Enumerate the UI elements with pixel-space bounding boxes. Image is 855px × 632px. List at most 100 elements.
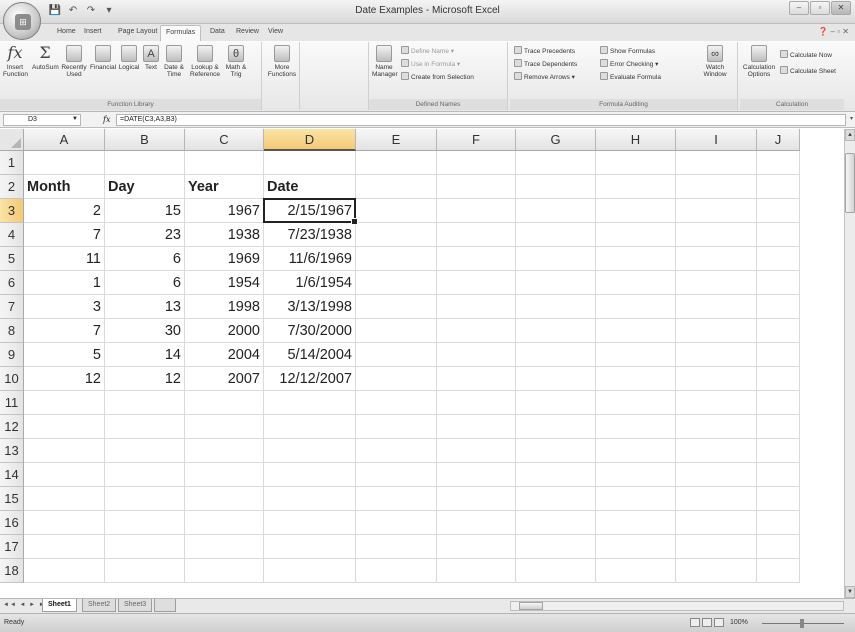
column-header-b[interactable]: B: [105, 129, 185, 151]
cell-h12[interactable]: [596, 415, 676, 439]
trace-dependents-button[interactable]: Trace Dependents: [514, 59, 577, 68]
cell-e5[interactable]: [356, 247, 437, 271]
cell-g6[interactable]: [516, 271, 596, 295]
cell-d5[interactable]: 11/6/1969: [264, 247, 356, 271]
vertical-scrollbar[interactable]: ▲ ▼: [844, 129, 855, 598]
cell-a12[interactable]: [24, 415, 105, 439]
cell-g8[interactable]: [516, 319, 596, 343]
cell-i4[interactable]: [676, 223, 757, 247]
autosum-button[interactable]: Σ AutoSum: [32, 45, 59, 72]
tab-formulas[interactable]: Formulas: [160, 25, 202, 41]
cell-h10[interactable]: [596, 367, 676, 391]
cell-f5[interactable]: [437, 247, 516, 271]
cell-h15[interactable]: [596, 487, 676, 511]
scroll-thumb[interactable]: [519, 602, 543, 610]
cell-h9[interactable]: [596, 343, 676, 367]
define-name-button[interactable]: Define Name ▾: [401, 46, 454, 55]
cell-g5[interactable]: [516, 247, 596, 271]
error-checking-button[interactable]: Error Checking ▾: [600, 59, 658, 68]
math-trig-button[interactable]: θ Math & Trig: [223, 45, 249, 78]
cell-a11[interactable]: [24, 391, 105, 415]
create-from-selection-button[interactable]: Create from Selection: [401, 72, 474, 81]
cell-h1[interactable]: [596, 151, 676, 175]
cell-c12[interactable]: [185, 415, 264, 439]
cell-h5[interactable]: [596, 247, 676, 271]
tab-view[interactable]: View: [268, 28, 283, 35]
chevron-down-icon[interactable]: ▼: [72, 116, 78, 122]
cell-i1[interactable]: [676, 151, 757, 175]
cell-j13[interactable]: [757, 439, 800, 463]
calculate-sheet-button[interactable]: Calculate Sheet: [780, 66, 836, 75]
cell-i18[interactable]: [676, 559, 757, 583]
cell-i2[interactable]: [676, 175, 757, 199]
cell-b17[interactable]: [105, 535, 185, 559]
row-header-17[interactable]: 17: [0, 535, 24, 559]
cell-i7[interactable]: [676, 295, 757, 319]
cell-e12[interactable]: [356, 415, 437, 439]
cell-i8[interactable]: [676, 319, 757, 343]
row-header-15[interactable]: 15: [0, 487, 24, 511]
row-header-8[interactable]: 8: [0, 319, 24, 343]
cell-j18[interactable]: [757, 559, 800, 583]
logical-button[interactable]: Logical: [117, 45, 141, 71]
cell-b11[interactable]: [105, 391, 185, 415]
cell-b12[interactable]: [105, 415, 185, 439]
column-header-g[interactable]: G: [516, 129, 596, 151]
row-header-11[interactable]: 11: [0, 391, 24, 415]
cell-b6[interactable]: 6: [105, 271, 185, 295]
cell-j3[interactable]: [757, 199, 800, 223]
cell-c18[interactable]: [185, 559, 264, 583]
cell-f10[interactable]: [437, 367, 516, 391]
cell-d17[interactable]: [264, 535, 356, 559]
tab-data[interactable]: Data: [210, 28, 225, 35]
column-header-d[interactable]: D: [264, 129, 356, 151]
sheet-tab-sheet1[interactable]: Sheet1: [42, 599, 77, 612]
row-header-5[interactable]: 5: [0, 247, 24, 271]
cell-e1[interactable]: [356, 151, 437, 175]
cell-c4[interactable]: 1938: [185, 223, 264, 247]
cell-f4[interactable]: [437, 223, 516, 247]
cell-e14[interactable]: [356, 463, 437, 487]
cell-j9[interactable]: [757, 343, 800, 367]
cell-b4[interactable]: 23: [105, 223, 185, 247]
row-header-14[interactable]: 14: [0, 463, 24, 487]
column-header-a[interactable]: A: [24, 129, 105, 151]
sheet-tab-sheet2[interactable]: Sheet2: [82, 599, 117, 612]
calculate-now-button[interactable]: Calculate Now: [780, 50, 832, 59]
row-header-7[interactable]: 7: [0, 295, 24, 319]
cell-j15[interactable]: [757, 487, 800, 511]
cell-b13[interactable]: [105, 439, 185, 463]
select-all-button[interactable]: [0, 129, 24, 151]
cell-a16[interactable]: [24, 511, 105, 535]
expand-formula-bar-icon[interactable]: ▾: [850, 115, 853, 122]
cell-j17[interactable]: [757, 535, 800, 559]
cell-f8[interactable]: [437, 319, 516, 343]
cell-i16[interactable]: [676, 511, 757, 535]
cell-f16[interactable]: [437, 511, 516, 535]
cell-f6[interactable]: [437, 271, 516, 295]
calculation-options-button[interactable]: Calculation Options: [742, 45, 776, 78]
column-header-j[interactable]: J: [757, 129, 800, 151]
cell-i3[interactable]: [676, 199, 757, 223]
cell-j1[interactable]: [757, 151, 800, 175]
cell-a17[interactable]: [24, 535, 105, 559]
cell-d10[interactable]: 12/12/2007: [264, 367, 356, 391]
cell-b1[interactable]: [105, 151, 185, 175]
cell-a8[interactable]: 7: [24, 319, 105, 343]
row-header-12[interactable]: 12: [0, 415, 24, 439]
cell-f11[interactable]: [437, 391, 516, 415]
cell-d15[interactable]: [264, 487, 356, 511]
cell-h11[interactable]: [596, 391, 676, 415]
cell-i5[interactable]: [676, 247, 757, 271]
more-functions-button[interactable]: More Functions: [266, 45, 298, 78]
cell-b9[interactable]: 14: [105, 343, 185, 367]
evaluate-formula-button[interactable]: Evaluate Formula: [600, 72, 661, 81]
cell-g18[interactable]: [516, 559, 596, 583]
cell-h16[interactable]: [596, 511, 676, 535]
cell-h4[interactable]: [596, 223, 676, 247]
column-header-h[interactable]: H: [596, 129, 676, 151]
remove-arrows-button[interactable]: Remove Arrows ▾: [514, 72, 575, 81]
column-header-e[interactable]: E: [356, 129, 437, 151]
cell-b5[interactable]: 6: [105, 247, 185, 271]
cell-c10[interactable]: 2007: [185, 367, 264, 391]
